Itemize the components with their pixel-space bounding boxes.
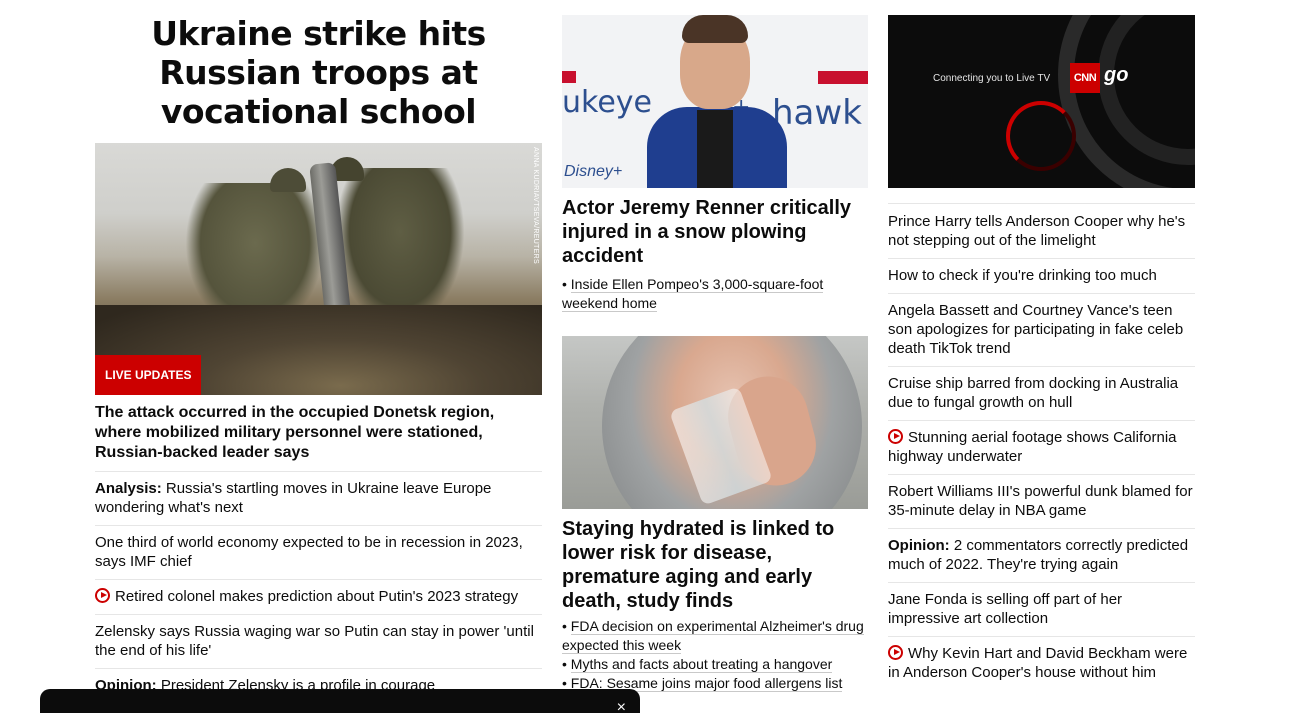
sublink-pompeo[interactable]: Inside Ellen Pompeo's 3,000-square-foot … — [562, 276, 824, 312]
headline-link[interactable]: Retired colonel makes prediction about P… — [95, 579, 542, 614]
renner-headline-link[interactable]: Actor Jeremy Renner critically injured i… — [562, 196, 868, 268]
main-lede-link[interactable]: The attack occurred in the occupied Done… — [95, 403, 542, 471]
headline-link[interactable]: Jane Fonda is selling off part of her im… — [888, 582, 1195, 636]
sublink-item: • FDA decision on experimental Alzheimer… — [562, 618, 864, 654]
main-lede-text: The attack occurred in the occupied Done… — [95, 404, 495, 461]
water-image[interactable] — [562, 336, 868, 509]
hero-soldier-right — [335, 168, 465, 328]
link-text: Zelensky says Russia waging war so Putin… — [95, 623, 534, 659]
disney-plus-logo: Disney+ — [564, 163, 623, 180]
link-text: Jane Fonda is selling off part of her im… — [888, 591, 1123, 627]
headline-link[interactable]: Why Kevin Hart and David Beckham were in… — [888, 636, 1195, 690]
main-headline: Ukraine strike hits Russian troops at vo… — [151, 14, 486, 131]
sublink-alzheimers[interactable]: FDA decision on experimental Alzheimer's… — [562, 618, 864, 654]
backdrop-text-left: ukeye — [562, 85, 652, 120]
link-text: Why Kevin Hart and David Beckham were in… — [888, 645, 1188, 681]
headline-link[interactable]: Angela Bassett and Courtney Vance's teen… — [888, 293, 1195, 366]
right-column: Connecting you to Live TV CNN go Prince … — [888, 15, 1195, 690]
connecting-text: Connecting you to Live TV — [933, 73, 1051, 84]
marvel-logo-left — [562, 71, 576, 83]
headline-link[interactable]: Prince Harry tells Anderson Cooper why h… — [888, 203, 1195, 258]
headline-link[interactable]: Analysis: Russia's startling moves in Uk… — [95, 471, 542, 525]
live-tv-player[interactable]: Connecting you to Live TV CNN go — [888, 15, 1195, 188]
photo-credit: ANNA KUDRIAVTSEVA/REUTERS — [532, 147, 539, 264]
middle-column: ukeye hawk + Disney+ Actor Jeremy Renner… — [562, 15, 868, 693]
hydration-sublinks: • FDA decision on experimental Alzheimer… — [562, 617, 868, 693]
hydration-headline-link[interactable]: Staying hydrated is linked to lower risk… — [562, 517, 868, 613]
loading-spinner-icon — [1006, 101, 1076, 171]
backdrop-text-right: hawk — [772, 93, 862, 133]
cnn-go-text: go — [1104, 64, 1129, 86]
headline-link[interactable]: How to check if you're drinking too much — [888, 258, 1195, 293]
play-icon — [95, 588, 110, 603]
renner-shirt — [697, 110, 733, 188]
link-text: Angela Bassett and Courtney Vance's teen… — [888, 302, 1184, 357]
link-prefix: Opinion: — [888, 537, 950, 554]
main-headline-link[interactable]: Ukraine strike hits Russian troops at vo… — [95, 14, 542, 131]
sublink-item: • Myths and facts about treating a hango… — [562, 656, 833, 673]
renner-image[interactable]: ukeye hawk + Disney+ — [562, 15, 868, 188]
renner-hair — [682, 15, 748, 43]
renner-headline: Actor Jeremy Renner critically injured i… — [562, 197, 852, 267]
sublink-hangover[interactable]: Myths and facts about treating a hangove… — [570, 656, 833, 673]
link-text: One third of world economy expected to b… — [95, 534, 523, 570]
sublink-item: • Inside Ellen Pompeo's 3,000-square-foo… — [562, 276, 824, 312]
hero-helmet-left — [270, 168, 306, 192]
headline-link[interactable]: Robert Williams III's powerful dunk blam… — [888, 474, 1195, 528]
cnn-logo: CNN — [1070, 63, 1100, 93]
main-story-column: Ukraine strike hits Russian troops at vo… — [95, 14, 542, 703]
headline-link[interactable]: One third of world economy expected to b… — [95, 525, 542, 579]
marvel-logo-right — [818, 71, 868, 84]
sticky-video-player[interactable]: × — [40, 689, 640, 713]
hydration-headline: Staying hydrated is linked to lower risk… — [562, 518, 835, 612]
link-text: Robert Williams III's powerful dunk blam… — [888, 483, 1193, 519]
play-icon — [888, 645, 903, 660]
link-text: How to check if you're drinking too much — [888, 267, 1157, 284]
main-related-links: Analysis: Russia's startling moves in Uk… — [95, 471, 542, 703]
headline-link[interactable]: Zelensky says Russia waging war so Putin… — [95, 614, 542, 668]
link-text: Prince Harry tells Anderson Cooper why h… — [888, 213, 1186, 249]
headline-link[interactable]: Cruise ship barred from docking in Austr… — [888, 366, 1195, 420]
play-icon — [888, 429, 903, 444]
headline-link[interactable]: Opinion: 2 commentators correctly predic… — [888, 528, 1195, 582]
link-text: Stunning aerial footage shows California… — [888, 429, 1177, 465]
right-links-list: Prince Harry tells Anderson Cooper why h… — [888, 203, 1195, 690]
link-text: Retired colonel makes prediction about P… — [115, 588, 519, 605]
main-hero-image[interactable]: ANNA KUDRIAVTSEVA/REUTERS LIVE UPDATES — [95, 143, 542, 395]
renner-sublinks: • Inside Ellen Pompeo's 3,000-square-foo… — [562, 275, 868, 313]
live-updates-badge[interactable]: LIVE UPDATES — [95, 355, 202, 395]
link-text: Cruise ship barred from docking in Austr… — [888, 375, 1179, 411]
close-icon[interactable]: × — [617, 699, 626, 713]
headline-link[interactable]: Stunning aerial footage shows California… — [888, 420, 1195, 474]
link-prefix: Analysis: — [95, 480, 162, 497]
